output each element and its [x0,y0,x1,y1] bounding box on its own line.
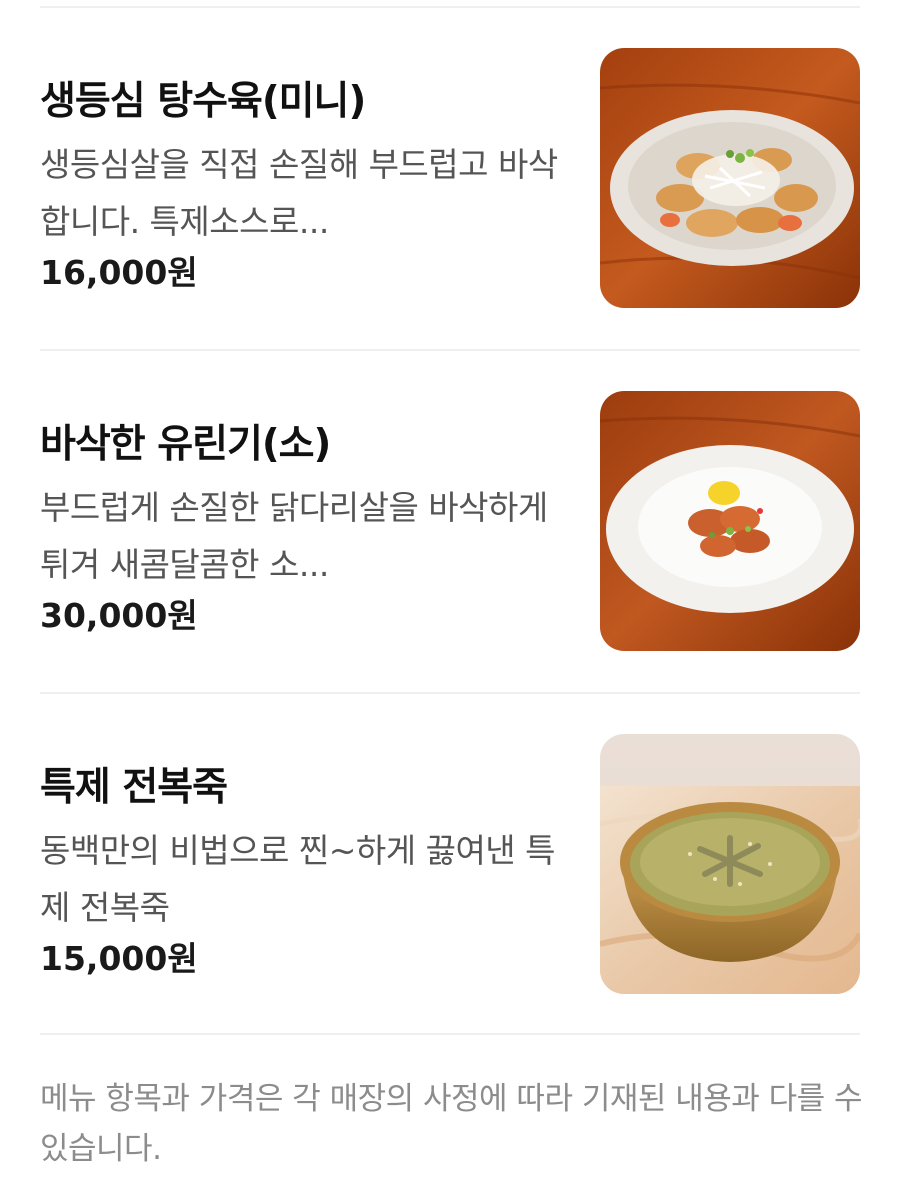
item-divider [40,692,860,694]
menu-item-name: 바삭한 유린기(소) [40,422,331,467]
menu-price-notice: 메뉴 항목과 가격은 각 매장의 사정에 따라 기재된 내용과 다를 수 있습니… [40,1081,863,1167]
sweet-sour-pork-photo[interactable] [600,48,860,308]
menu-item-price: 30,000원 [40,596,198,635]
menu-item-sweet-sour-pork[interactable]: 생등심 탕수육(미니) 생등심살을 직접 손질해 부드럽고 바삭합니다. 특제소… [40,48,860,310]
menu-item-yuringi[interactable]: 바삭한 유린기(소) 부드럽게 손질한 닭다리살을 바삭하게 튀겨 새콤달콤한 … [40,391,860,653]
menu-item-description: 부드럽게 손질한 닭다리살을 바삭하게 튀겨 새콤달콤한 소... [40,488,548,584]
item-divider [40,1033,860,1035]
menu-item-description: 동백만의 비법으로 찐~하게 끓여낸 특제 전복죽 [40,831,556,927]
menu-item-price: 16,000원 [40,253,198,292]
abalone-porridge-photo[interactable] [600,734,860,994]
menu-item-name: 생등심 탕수육(미니) [40,79,366,124]
item-divider [40,349,860,351]
yuringi-chicken-photo[interactable] [600,391,860,651]
menu-item-price: 15,000원 [40,939,198,978]
menu-item-name: 특제 전복죽 [40,765,228,810]
top-divider [40,6,860,8]
menu-item-description: 생등심살을 직접 손질해 부드럽고 바삭합니다. 특제소스로... [40,145,558,241]
menu-item-abalone-porridge[interactable]: 특제 전복죽 동백만의 비법으로 찐~하게 끓여낸 특제 전복죽 15,000원 [40,734,860,996]
